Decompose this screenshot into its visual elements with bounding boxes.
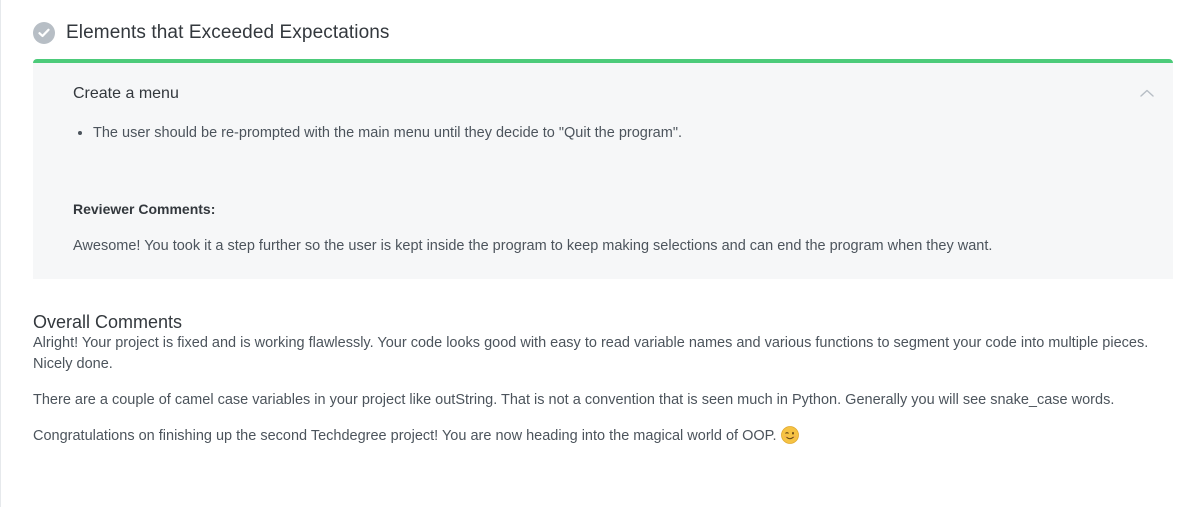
section-title: Elements that Exceeded Expectations bbox=[66, 22, 390, 43]
review-page: Elements that Exceeded Expectations Crea… bbox=[0, 0, 1202, 507]
overall-paragraph: There are a couple of camel case variabl… bbox=[33, 392, 1115, 408]
collapse-button[interactable] bbox=[1137, 83, 1157, 103]
check-circle-icon bbox=[33, 22, 55, 44]
reviewer-comments-label: Reviewer Comments: bbox=[73, 201, 216, 217]
section-header: Elements that Exceeded Expectations bbox=[33, 21, 390, 45]
wink-emoji-icon bbox=[780, 426, 799, 444]
overall-paragraph-final: Congratulations on finishing up the seco… bbox=[33, 426, 1153, 447]
criteria-title: Create a menu bbox=[73, 85, 179, 102]
overall-comments: Overall Comments Alright! Your project i… bbox=[33, 311, 1153, 462]
criteria-list: The user should be re-prompted with the … bbox=[73, 123, 682, 143]
overall-paragraph: Alright! Your project is fixed and is wo… bbox=[33, 335, 1149, 372]
overall-comments-title: Overall Comments bbox=[33, 312, 183, 332]
chevron-up-icon bbox=[1140, 84, 1154, 102]
overall-paragraph-text: Congratulations on finishing up the seco… bbox=[33, 428, 777, 444]
criteria-card: Create a menu The user should be re-prom… bbox=[33, 59, 1173, 279]
criteria-item: The user should be re-prompted with the … bbox=[93, 123, 682, 143]
reviewer-comment: Awesome! You took it a step further so t… bbox=[73, 238, 993, 254]
